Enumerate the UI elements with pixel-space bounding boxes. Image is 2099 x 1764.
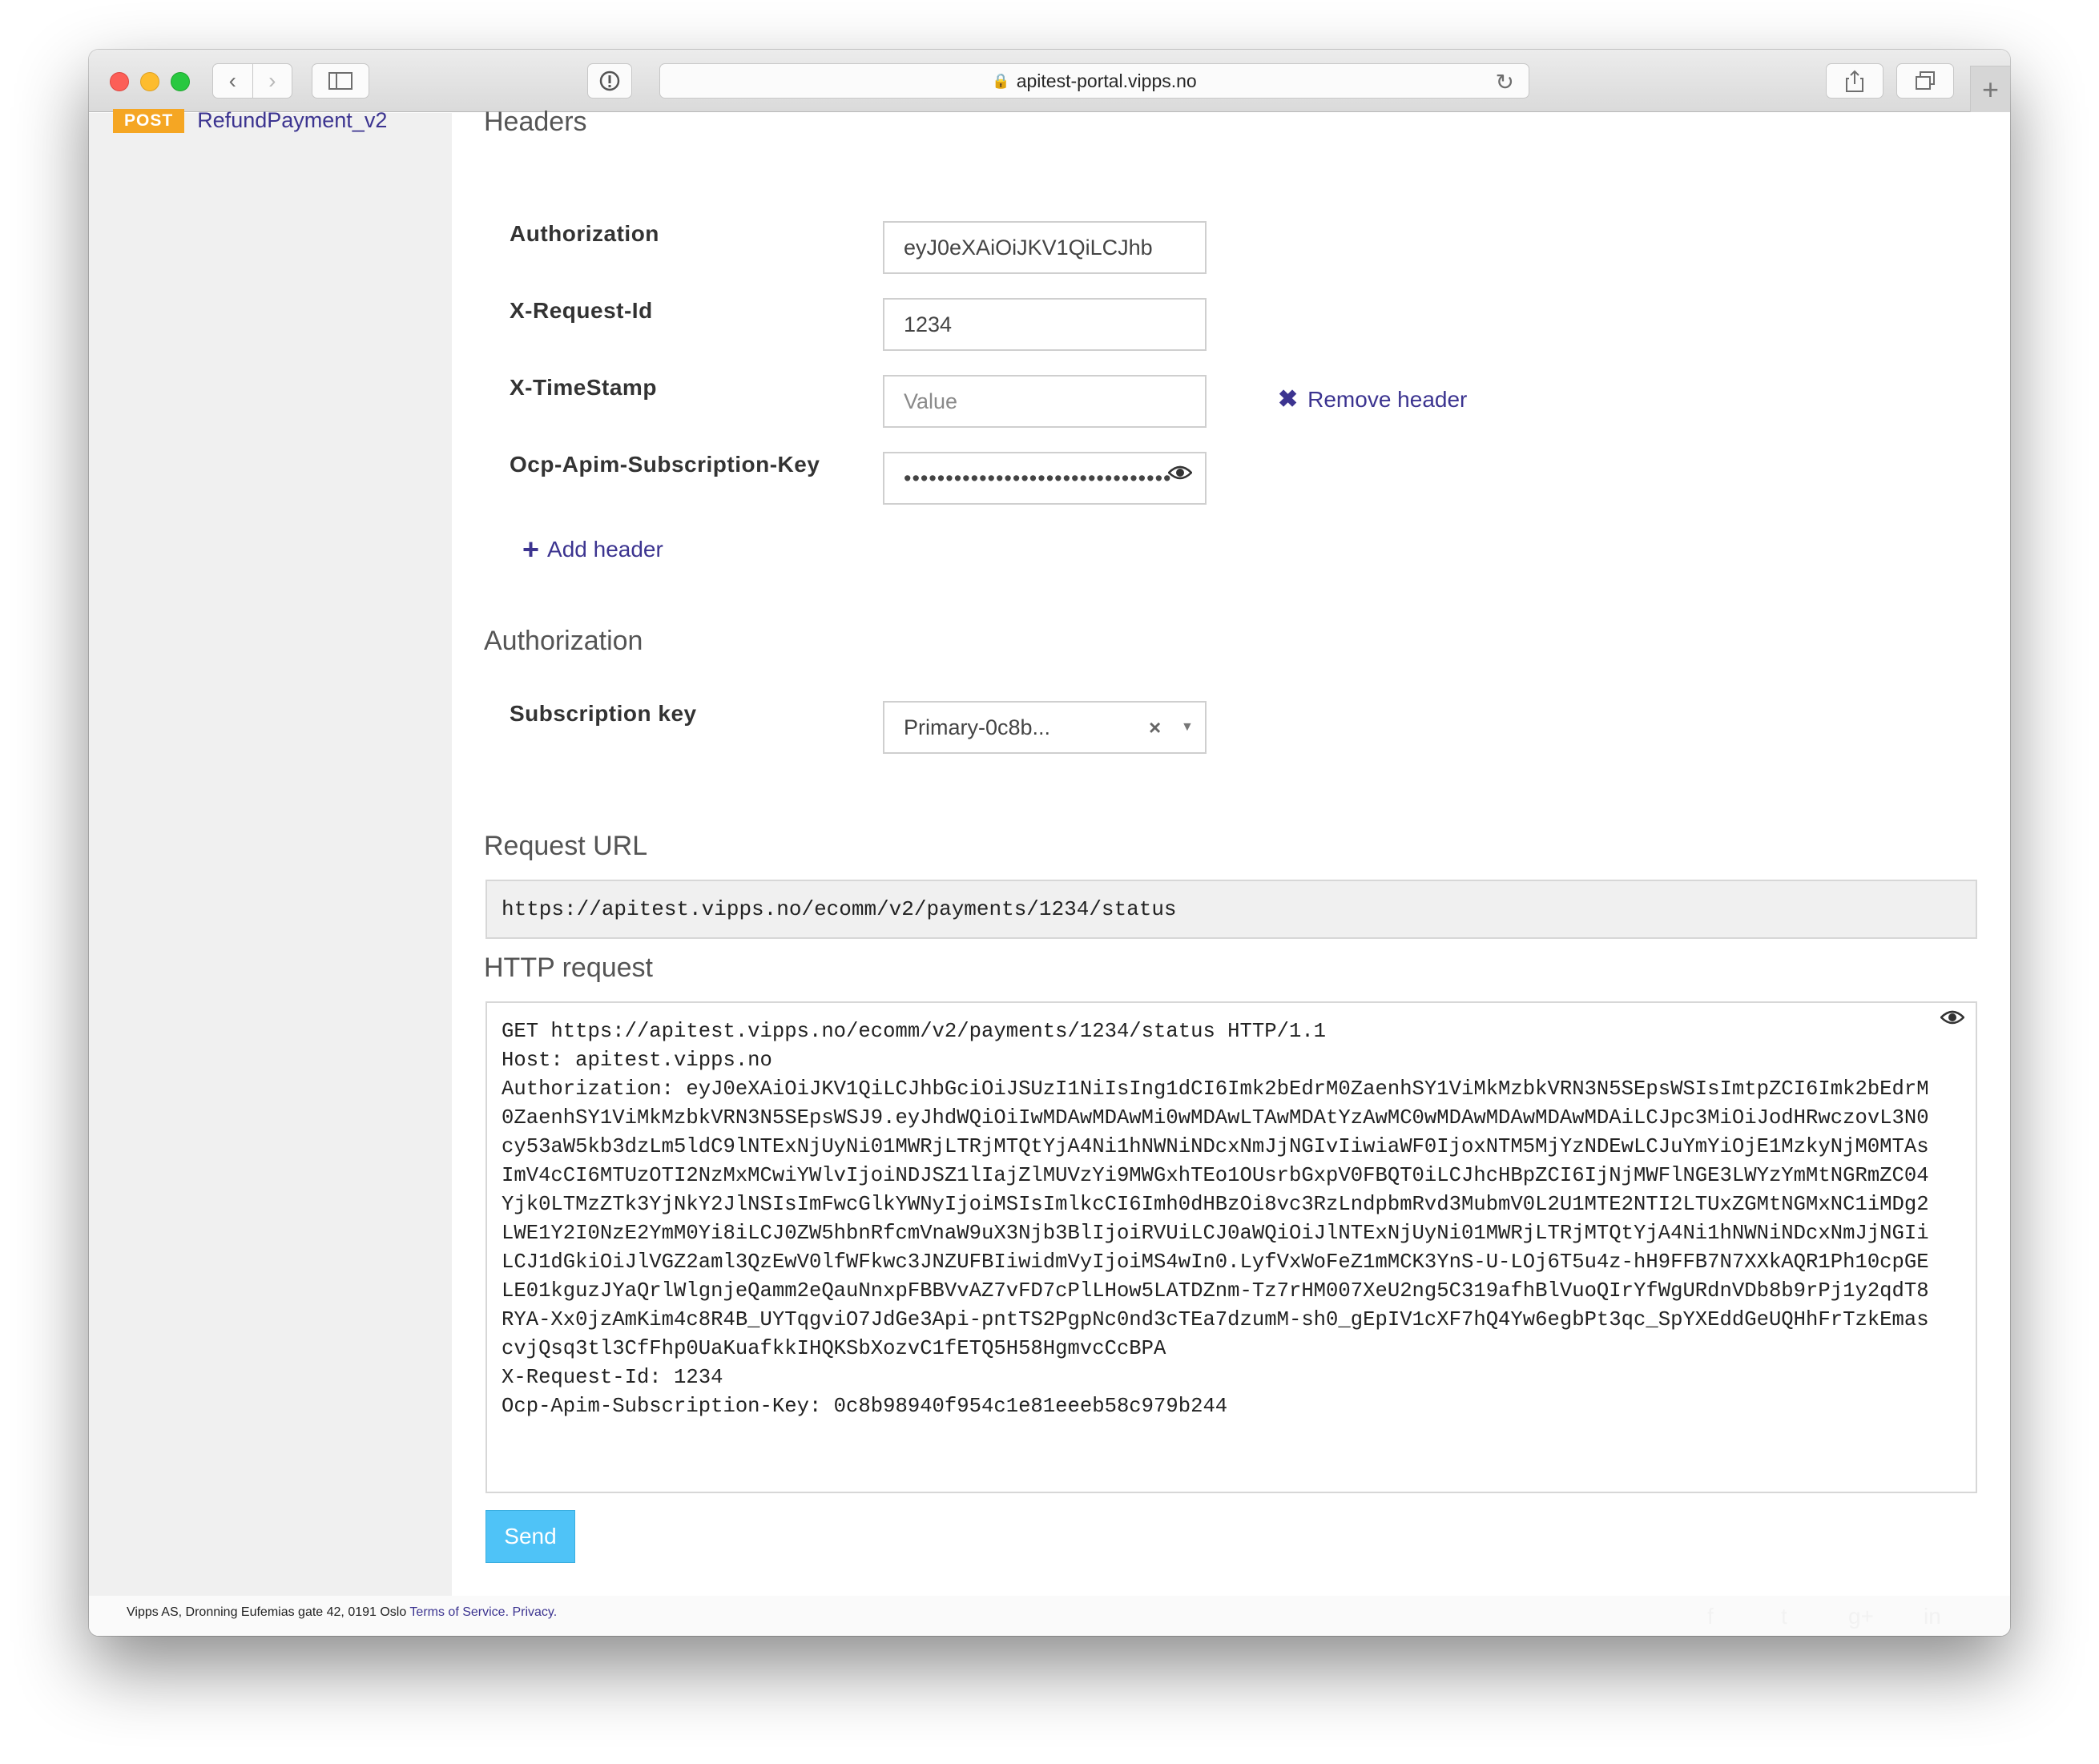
reload-icon[interactable]: ↻ <box>1496 69 1514 95</box>
subscription-key-select[interactable]: Primary-0c8b... × ▼ <box>883 701 1207 754</box>
lock-icon: 🔒 <box>992 72 1010 89</box>
header-input-authorization[interactable] <box>883 221 1207 274</box>
reader-button[interactable] <box>587 63 632 99</box>
page-footer: Vipps AS, Dronning Eufemias gate 42, 019… <box>89 1596 2010 1636</box>
tabs-overview-button[interactable] <box>1896 63 1954 99</box>
header-input-subscription-key[interactable] <box>883 452 1207 505</box>
remove-header-label: Remove header <box>1307 386 1468 412</box>
header-label-timestamp: X-TimeStamp <box>510 375 657 400</box>
header-input-request-id[interactable] <box>883 298 1207 351</box>
close-icon: ✖ <box>1278 386 1299 413</box>
plus-icon: + <box>522 533 540 566</box>
page-content: POST RefundPayment_v2 Headers Authorizat… <box>89 107 2010 1636</box>
http-line: GET https://apitest.vipps.no/ecomm/v2/pa… <box>502 1020 1327 1043</box>
terms-link[interactable]: Terms of Service. <box>409 1605 509 1619</box>
subscription-key-label: Subscription key <box>510 701 697 726</box>
http-line: LCJ1dGkiOiJlVGZ2aml3QzEwV0lfWFkwc3JNZUFB… <box>502 1251 1929 1274</box>
footer-address: Vipps AS, Dronning Eufemias gate 42, 019… <box>127 1605 407 1619</box>
operation-item[interactable]: POST RefundPayment_v2 <box>113 108 387 133</box>
http-line: 0ZaenhSY1ViMkMzbkVRN3N5SEpsWSJ9.eyJhdWQi… <box>502 1106 1929 1130</box>
chevron-down-icon[interactable]: ▼ <box>1181 720 1194 735</box>
share-icon <box>1846 70 1863 92</box>
request-url-title: Request URL <box>484 831 648 861</box>
browser-toolbar: ‹ › 🔒 apitest-portal.vipps.no ↻ + <box>89 50 2010 112</box>
request-url-box: https://apitest.vipps.no/ecomm/v2/paymen… <box>485 880 1977 939</box>
twitter-icon[interactable]: t <box>1781 1604 1787 1629</box>
info-icon <box>599 70 620 91</box>
privacy-link[interactable]: Privacy. <box>512 1605 557 1619</box>
sidebar-toggle-button[interactable] <box>312 63 369 99</box>
close-window-button[interactable] <box>110 72 129 91</box>
http-line: X-Request-Id: 1234 <box>502 1366 723 1389</box>
header-label-authorization: Authorization <box>510 221 659 246</box>
plus-icon: + <box>1981 72 2000 106</box>
header-label-subscription-key: Ocp-Apim-Subscription-Key <box>510 452 820 477</box>
share-button[interactable] <box>1826 63 1883 99</box>
headers-title: Headers <box>484 107 587 137</box>
facebook-icon[interactable]: f <box>1707 1604 1714 1629</box>
forward-icon[interactable]: › <box>252 64 292 98</box>
new-tab-button[interactable]: + <box>1970 66 2010 112</box>
http-line: Yjk0LTMzZTk3YjNkY2JlNSIsImFwcGlkYWNyIjoi… <box>502 1193 1929 1216</box>
http-line: LE01kguzJYaQrlWlgnjeQamm2eQauNnxpFBBVvAZ… <box>502 1279 1929 1303</box>
address-bar[interactable]: 🔒 apitest-portal.vipps.no ↻ <box>659 63 1529 99</box>
http-line: cvjQsq3tl3CfFhp0UaKuafkkIHQKSbXozvC1fETQ… <box>502 1337 1166 1360</box>
browser-window: ‹ › 🔒 apitest-portal.vipps.no ↻ + POST R… <box>89 50 2010 1636</box>
zoom-window-button[interactable] <box>171 72 190 91</box>
back-icon[interactable]: ‹ <box>213 64 252 98</box>
send-button[interactable]: Send <box>485 1510 575 1563</box>
http-request-box: GET https://apitest.vipps.no/ecomm/v2/pa… <box>485 1001 1977 1493</box>
request-url-value: https://apitest.vipps.no/ecomm/v2/paymen… <box>502 897 1177 921</box>
http-line: Host: apitest.vipps.no <box>502 1049 772 1072</box>
header-label-request-id: X-Request-Id <box>510 298 653 323</box>
sidebar-icon <box>328 72 353 90</box>
remove-header-link[interactable]: ✖ Remove header <box>1278 385 1467 413</box>
clear-icon[interactable]: × <box>1149 715 1161 740</box>
http-line: LWE1Y2I0NzE2YmM0Yi8iLCJ0ZW5hbnRfcmVnaW9u… <box>502 1222 1929 1245</box>
add-header-label: Add header <box>547 537 663 562</box>
operation-name[interactable]: RefundPayment_v2 <box>197 108 387 133</box>
authorization-title: Authorization <box>484 626 643 656</box>
header-input-timestamp[interactable] <box>883 375 1207 428</box>
http-line: Ocp-Apim-Subscription-Key: 0c8b98940f954… <box>502 1395 1228 1418</box>
http-line: ImV4cCI6MTUzOTI2NzMxMCwiYWlvIjoiNDJSZ1lI… <box>502 1164 1929 1187</box>
eye-icon[interactable] <box>1940 1008 1965 1033</box>
method-badge: POST <box>113 108 185 133</box>
subscription-key-value: Primary-0c8b... <box>904 715 1051 739</box>
http-request-title: HTTP request <box>484 952 654 983</box>
add-header-link[interactable]: + Add header <box>522 533 663 566</box>
tabs-icon <box>1916 71 1935 90</box>
linkedin-icon[interactable]: in <box>1924 1604 1941 1629</box>
try-it-panel: Headers Authorization X-Request-Id X-Tim… <box>452 107 2010 1596</box>
operations-sidebar: POST RefundPayment_v2 <box>89 108 452 1596</box>
nav-buttons: ‹ › <box>212 63 292 99</box>
http-line: cy53aW5kb3dzLm5ldC9lNTExNjUyNi01MWRjLTRj… <box>502 1135 1929 1158</box>
google-plus-icon[interactable]: g+ <box>1848 1604 1874 1629</box>
minimize-window-button[interactable] <box>140 72 159 91</box>
address-text: apitest-portal.vipps.no <box>1016 70 1197 91</box>
http-line: RYA-Xx0jzAmKim4c8R4B_UYTqgviO7JdGe3Api-p… <box>502 1308 1929 1331</box>
http-line: Authorization: eyJ0eXAiOiJKV1QiLCJhbGciO… <box>502 1077 1929 1101</box>
eye-icon[interactable] <box>1167 463 1193 488</box>
